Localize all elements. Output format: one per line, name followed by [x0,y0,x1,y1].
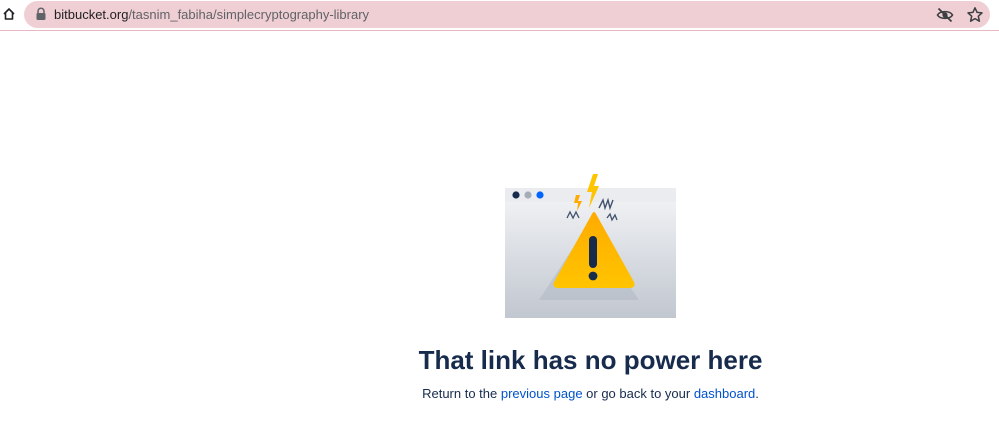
warning-illustration [505,174,676,318]
dashboard-link[interactable]: dashboard [694,386,755,401]
lock-icon [36,7,46,20]
star-icon[interactable] [966,6,984,24]
window-dot-dark [512,191,520,199]
eye-off-icon[interactable] [936,6,954,24]
url-text: bitbucket.org/tasnim_fabiha/simplecrypto… [54,7,369,23]
error-title: That link has no power here [418,345,763,375]
error-message: Return to the previous page or go back t… [0,385,999,403]
browser-toolbar: bitbucket.org/tasnim_fabiha/simplecrypto… [0,0,999,31]
home-button[interactable] [0,5,18,23]
address-bar[interactable]: bitbucket.org/tasnim_fabiha/simplecrypto… [24,1,990,28]
page: bitbucket.org/tasnim_fabiha/simplecrypto… [0,0,999,448]
message-prefix: Return to the [422,386,501,401]
home-icon [3,8,15,20]
message-suffix: . [755,386,759,401]
url-path: /tasnim_fabiha/simplecryptography-librar… [128,7,370,22]
exclamation-bar [589,236,597,268]
message-middle: or go back to your [582,386,694,401]
window-dot-grey [524,191,532,199]
exclamation-dot [588,271,598,281]
window-dot-blue [536,191,544,199]
url-host: bitbucket.org [54,7,129,22]
previous-page-link[interactable]: previous page [501,386,583,401]
